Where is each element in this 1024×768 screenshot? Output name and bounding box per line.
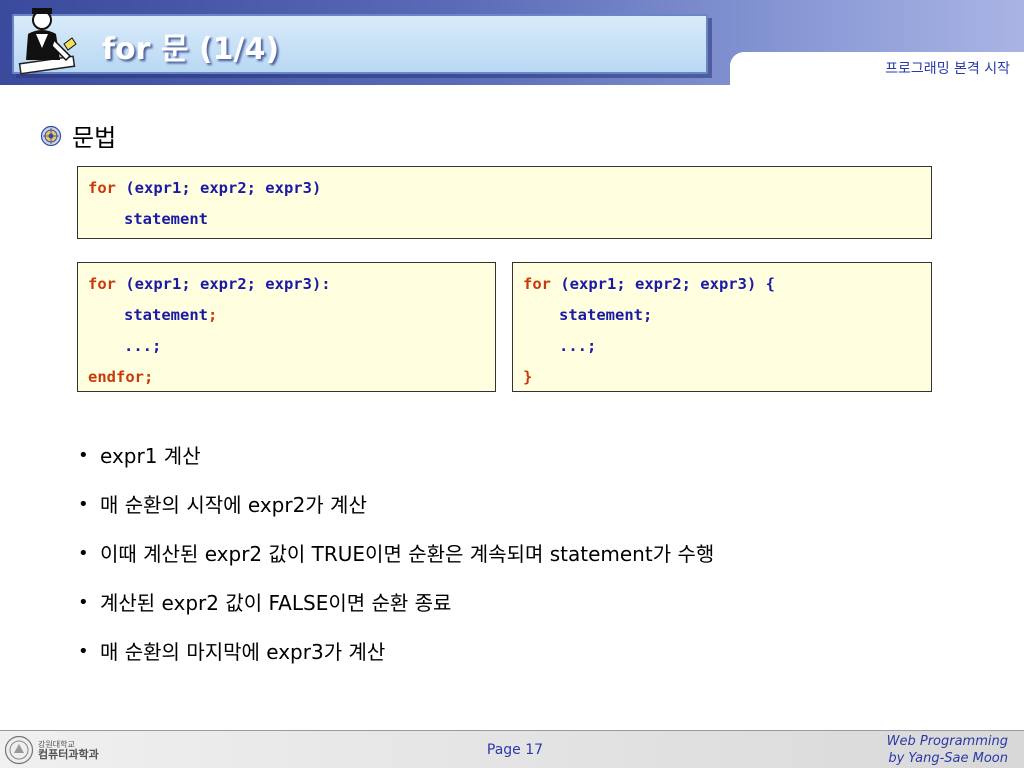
- code-line: }: [523, 366, 921, 397]
- code-line: statement: [88, 208, 921, 239]
- code-keyword: for: [523, 275, 551, 293]
- code-line: for (expr1; expr2; expr3): [88, 177, 921, 208]
- code-keyword: endfor;: [88, 368, 154, 386]
- bullet-text: 매 순환의 마지막에 expr3가 계산: [100, 640, 386, 664]
- code-keyword: for: [88, 179, 116, 197]
- code-text: (expr1; expr2; expr3) {: [551, 275, 775, 293]
- university-seal-icon: [4, 735, 34, 765]
- bullet-dot: •: [78, 445, 89, 466]
- writer-clipart-icon: [18, 8, 77, 75]
- list-item: • expr1 계산: [78, 441, 714, 490]
- author-name: by Yang-Sae Moon: [888, 751, 1008, 766]
- code-text: statement: [124, 306, 208, 324]
- code-punct: ;: [208, 306, 218, 324]
- code-block-braces: for (expr1; expr2; expr3) { statement; .…: [512, 262, 932, 392]
- section-title: 문법: [72, 124, 117, 152]
- code-line: endfor;: [88, 366, 485, 397]
- code-block-endfor: for (expr1; expr2; expr3): statement; ..…: [77, 262, 496, 392]
- header-banner: for 문 (1/4) 프로그래밍 본격 시작: [0, 0, 1024, 85]
- bullet-text: 계산된 expr2 값이 FALSE이면 순환 종료: [100, 591, 452, 615]
- bullet-globe-icon: [40, 125, 62, 146]
- bullet-dot: •: [78, 494, 89, 515]
- code-block-basic: for (expr1; expr2; expr3) statement: [77, 166, 932, 239]
- code-punct: ;: [643, 306, 653, 324]
- code-keyword: }: [523, 368, 533, 386]
- bullet-text: 이때 계산된 expr2 값이 TRUE이면 순환은 계속되며 statemen…: [100, 542, 715, 566]
- code-text: (expr1; expr2; expr3):: [116, 275, 331, 293]
- code-line: ...;: [88, 335, 485, 366]
- bullet-text: expr1 계산: [100, 444, 201, 468]
- code-keyword: for: [88, 275, 116, 293]
- footer-credit: Web Programming by Yang-Sae Moon: [887, 733, 1008, 767]
- code-text: ...;: [559, 337, 597, 355]
- list-item: • 매 순환의 마지막에 expr3가 계산: [78, 637, 714, 686]
- code-text: (expr1; expr2; expr3): [116, 179, 322, 197]
- list-item: • 매 순환의 시작에 expr2가 계산: [78, 490, 714, 539]
- page-number: Page 17: [486, 742, 544, 758]
- bullet-dot: •: [78, 592, 89, 613]
- code-line: ...;: [523, 335, 921, 366]
- code-line: for (expr1; expr2; expr3):: [88, 273, 485, 304]
- department-name: 강원대학교 컴퓨터과학과: [38, 740, 99, 761]
- bullet-dot: •: [78, 641, 89, 662]
- list-item: • 이때 계산된 expr2 값이 TRUE이면 순환은 계속되며 stateme…: [78, 539, 714, 588]
- code-text: statement: [559, 306, 643, 324]
- footer: 강원대학교 컴퓨터과학과 Page 17 Web Programming by …: [0, 731, 1024, 768]
- code-line: statement;: [523, 304, 921, 335]
- list-item: • 계산된 expr2 값이 FALSE이면 순환 종료: [78, 588, 714, 637]
- code-line: statement;: [88, 304, 485, 335]
- department-logo: 강원대학교 컴퓨터과학과: [4, 734, 104, 766]
- bullet-dot: •: [78, 543, 89, 564]
- slide-title: for 문 (1/4): [102, 32, 280, 67]
- bullet-list: • expr1 계산 • 매 순환의 시작에 expr2가 계산 • 이때 계산된 e…: [78, 441, 714, 686]
- department-title: 컴퓨터과학과: [38, 747, 99, 761]
- bullet-text: 매 순환의 시작에 expr2가 계산: [100, 493, 367, 517]
- code-line: for (expr1; expr2; expr3) {: [523, 273, 921, 304]
- slide-subtitle: 프로그래밍 본격 시작: [885, 61, 1010, 77]
- course-name: Web Programming: [886, 734, 1008, 749]
- code-text: statement: [124, 210, 208, 228]
- code-text: ...;: [124, 337, 162, 355]
- section-heading: 문법: [40, 118, 116, 153]
